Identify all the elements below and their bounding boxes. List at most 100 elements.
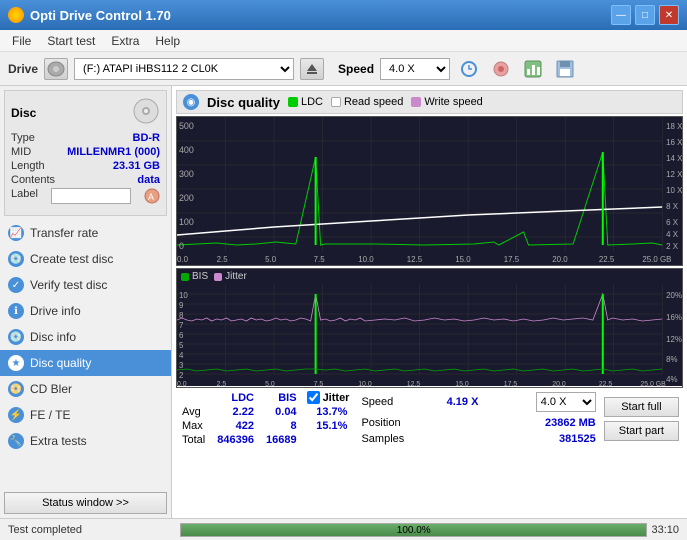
svg-text:0.0: 0.0 [177,381,187,386]
stats-row: LDC BIS Jitter Avg 2.22 [176,390,683,447]
legend-ldc: LDC [288,96,323,108]
create-test-disc-icon: 💿 [8,251,24,267]
maximize-button[interactable]: □ [635,5,655,25]
disc-label-label: Label [11,188,38,207]
bis-legend: BIS Jitter [177,269,682,284]
read-speed-legend-dot [331,97,341,107]
start-full-button[interactable]: Start full [604,397,679,417]
menu-help[interactable]: Help [147,32,188,50]
stats-speed-selector[interactable]: 4.0 X [536,392,596,412]
sidebar-label-transfer-rate: Transfer rate [30,226,98,240]
chart-header-icon: ◉ [183,94,199,110]
minimize-button[interactable]: — [611,5,631,25]
stats-samples-row: Samples 381525 [361,433,595,445]
disc-quality-icon: ★ [8,355,24,371]
sidebar-item-verify-test-disc[interactable]: ✓ Verify test disc [0,272,171,298]
disc-type-value: BD-R [133,132,161,144]
svg-text:10: 10 [179,291,188,300]
refresh-icon[interactable] [456,58,482,80]
disc-label-input[interactable] [51,188,131,204]
svg-text:5.0: 5.0 [265,255,277,264]
sidebar-item-create-test-disc[interactable]: 💿 Create test disc [0,246,171,272]
chart-area: ◉ Disc quality LDC Read speed Write spee… [172,86,687,518]
stats-bis-header: BIS [260,390,303,405]
svg-text:17.5: 17.5 [504,255,520,264]
disc-label-icon[interactable]: A [144,188,160,207]
sidebar-item-disc-quality[interactable]: ★ Disc quality [0,350,171,376]
progress-bar: 100.0% [180,523,647,537]
disc-length-label: Length [11,160,45,172]
speed-selector[interactable]: 4.0 X 1.0 X 2.0 X 8.0 X [380,58,450,80]
sidebar-item-cd-bler[interactable]: 📀 CD Bler [0,376,171,402]
jitter-checkbox[interactable] [307,391,320,404]
svg-text:5.0: 5.0 [265,381,275,386]
status-window-button[interactable]: Status window >> [4,492,167,514]
eject-icon[interactable] [300,58,324,80]
bis-legend-dot [181,273,189,281]
status-bar: Test completed 100.0% 33:10 [0,518,687,540]
stats-max-jitter: 15.1% [303,419,354,433]
drive-label: Drive [8,62,38,76]
menu-start-test[interactable]: Start test [39,32,103,50]
svg-text:16%: 16% [666,313,682,322]
stats-right-panel: Speed 4.19 X 4.0 X Position 23862 MB Sam… [357,390,599,447]
status-text: Test completed [4,524,176,536]
svg-text:2: 2 [179,371,184,380]
sidebar-item-drive-info[interactable]: ℹ Drive info [0,298,171,324]
disc-panel-icon [132,97,160,128]
main-content: Disc Type BD-R MID MILLENMR1 (000) Lengt… [0,86,687,518]
chart-title: Disc quality [207,95,280,110]
stats-total-ldc: 846396 [211,433,260,447]
disc-contents-label: Contents [11,174,55,186]
svg-text:15.0: 15.0 [455,255,471,264]
disc-length-value: 23.31 GB [113,160,160,172]
svg-text:14 X: 14 X [666,154,682,163]
sidebar-label-cd-bler: CD Bler [30,382,72,396]
menu-extra[interactable]: Extra [103,32,147,50]
stats-position-row: Position 23862 MB [361,417,595,429]
speed-label: Speed [338,62,374,76]
drive-selector[interactable]: (F:) ATAPI iHBS112 2 CL0K [74,58,294,80]
stats-position-label: Position [361,417,400,429]
stats-samples-value: 381525 [559,433,596,445]
stats-table: LDC BIS Jitter Avg 2.22 [176,390,353,447]
graph-icon[interactable] [520,58,546,80]
sidebar-item-extra-tests[interactable]: 🔧 Extra tests [0,428,171,454]
stats-avg-ldc: 2.22 [211,405,260,419]
close-button[interactable]: ✕ [659,5,679,25]
save-icon[interactable] [552,58,578,80]
stats-ldc-header: LDC [211,390,260,405]
menu-file[interactable]: File [4,32,39,50]
disc-mid-row: MID MILLENMR1 (000) [11,146,160,158]
settings-icon[interactable] [488,58,514,80]
sidebar-item-fe-te[interactable]: ⚡ FE / TE [0,402,171,428]
app-icon [8,7,24,23]
stats-speed-value: 4.19 X [447,396,479,408]
svg-text:25.0 GB: 25.0 GB [642,255,671,264]
title-bar: Opti Drive Control 1.70 — □ ✕ [0,0,687,30]
svg-text:12 X: 12 X [666,170,682,179]
disc-info-icon: 💿 [8,329,24,345]
svg-text:500: 500 [179,121,194,131]
stats-position-value: 23862 MB [545,417,596,429]
legend-write-speed: Write speed [411,96,483,108]
progress-label: 100.0% [181,524,646,537]
sidebar-item-transfer-rate[interactable]: 📈 Transfer rate [0,220,171,246]
disc-info-panel: Disc Type BD-R MID MILLENMR1 (000) Lengt… [4,90,167,216]
sidebar-label-disc-quality: Disc quality [30,356,91,370]
svg-text:10 X: 10 X [666,186,682,195]
write-speed-legend-label: Write speed [424,96,483,108]
svg-text:16 X: 16 X [666,138,682,147]
sidebar-item-disc-info[interactable]: 💿 Disc info [0,324,171,350]
start-part-button[interactable]: Start part [604,421,679,441]
svg-text:12.5: 12.5 [407,255,423,264]
svg-text:18 X: 18 X [666,122,682,131]
verify-test-disc-icon: ✓ [8,277,24,293]
svg-text:A: A [148,192,154,202]
svg-text:400: 400 [179,145,194,155]
svg-text:2.5: 2.5 [217,255,229,264]
status-time: 33:10 [651,524,683,536]
sidebar-label-fe-te: FE / TE [30,408,70,422]
stats-avg-jitter: 13.7% [303,405,354,419]
disc-mid-label: MID [11,146,31,158]
